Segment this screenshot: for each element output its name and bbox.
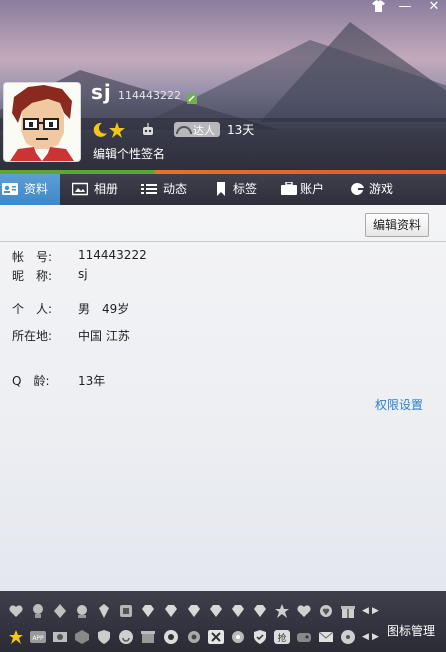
moon-icon[interactable] — [91, 121, 109, 139]
shield-icon[interactable] — [96, 629, 112, 645]
gear-icon[interactable] — [186, 629, 202, 645]
shirt-icon — [371, 0, 385, 12]
record-icon[interactable] — [163, 629, 179, 645]
shield-check-icon[interactable] — [252, 629, 268, 645]
text-badge-icon[interactable]: 抢 — [274, 629, 290, 645]
icon-bar: ◀ ▶ APP 抢 ◀ ▶ 图标管理 — [0, 591, 446, 652]
star-icon[interactable] — [108, 121, 126, 139]
tab-profile[interactable]: 资料 — [0, 174, 60, 205]
photo-icon[interactable] — [52, 629, 68, 645]
tab-album-label: 相册 — [94, 182, 119, 196]
avatar-portrait-icon — [4, 83, 80, 161]
text-badge-label: 抢 — [277, 632, 286, 644]
diamond-icon[interactable] — [252, 603, 268, 619]
tab-bar: 资料 相册 动态 标签 账户 游戏 — [0, 174, 446, 205]
q-age-label: Q 龄: — [12, 374, 50, 388]
music-icon[interactable] — [118, 629, 134, 645]
account-value: 114443222 — [78, 248, 147, 262]
game-icon — [351, 182, 364, 195]
divider — [0, 241, 446, 242]
gem-icon[interactable] — [230, 629, 246, 645]
minimize-icon: — — [398, 0, 412, 14]
nickname[interactable]: sj — [91, 80, 112, 104]
diamond-icon[interactable] — [186, 603, 202, 619]
minimize-button[interactable]: — — [394, 0, 416, 14]
wallet-icon — [281, 182, 297, 195]
gem-icon[interactable] — [96, 603, 112, 619]
profile-header: — ✕ sj 114443222 达人 13天 编辑个性签名 — [0, 0, 446, 174]
tab-profile-label: 资料 — [24, 182, 49, 196]
q-age-value: 13年 — [78, 374, 106, 388]
nickname-value: sj — [78, 267, 88, 281]
bookmark-icon — [217, 182, 225, 196]
heart-badge-icon[interactable] — [296, 603, 312, 619]
profile-window: { "window": { "skin_icon": "shirt-icon",… — [0, 0, 446, 652]
pet-icon[interactable] — [118, 603, 134, 619]
close-icon: ✕ — [428, 0, 440, 14]
daren-label: 达人 — [193, 124, 215, 137]
tab-account-label: 账户 — [300, 182, 325, 196]
profile-content: 编辑资料 帐 号: 114443222 昵 称: sj 个 人: 男 49岁 所… — [0, 205, 446, 591]
tab-feed-label: 动态 — [163, 182, 188, 196]
edit-profile-button[interactable]: 编辑资料 — [365, 213, 429, 237]
id-card-icon — [2, 183, 18, 195]
heart-badge-icon[interactable] — [318, 603, 334, 619]
nickname-label: 昵 称: — [12, 269, 53, 283]
star-icon[interactable] — [8, 629, 24, 645]
avatar[interactable] — [3, 82, 81, 162]
location-value: 中国 江苏 — [78, 329, 130, 343]
icon-row-2: APP 抢 ◀ ▶ — [0, 629, 446, 651]
award-icon[interactable] — [74, 603, 90, 619]
flower-icon[interactable] — [30, 603, 46, 619]
box-icon[interactable] — [140, 629, 156, 645]
bot-icon[interactable] — [139, 121, 157, 139]
diamond-icon[interactable] — [208, 603, 224, 619]
icon-row-1: ◀ ▶ — [0, 603, 446, 625]
pin-icon[interactable] — [52, 603, 68, 619]
active-days: 13天 — [227, 123, 255, 137]
tab-tags[interactable]: 标签 — [211, 174, 273, 205]
tab-tags-label: 标签 — [233, 182, 258, 196]
diamond-icon[interactable] — [230, 603, 246, 619]
icon-manager-button[interactable]: 图标管理 — [387, 622, 435, 639]
account-label: 帐 号: — [12, 250, 53, 264]
qq-number: 114443222 — [118, 89, 181, 102]
tab-account[interactable]: 账户 — [279, 174, 341, 205]
game-icon[interactable] — [296, 629, 312, 645]
location-label: 所在地: — [12, 329, 53, 343]
signature-edit[interactable]: 编辑个性签名 — [93, 145, 165, 162]
gift-icon[interactable] — [340, 603, 356, 619]
diamond-icon[interactable] — [163, 603, 179, 619]
disc-icon[interactable] — [340, 629, 356, 645]
icon-row-2-next[interactable]: ▶ — [372, 632, 379, 642]
tab-games[interactable]: 游戏 — [347, 174, 409, 205]
heart-icon[interactable] — [8, 603, 24, 619]
app-icon[interactable]: APP — [30, 629, 46, 645]
diamond-icon[interactable] — [140, 603, 156, 619]
photo-icon — [72, 182, 88, 196]
mail-icon[interactable] — [318, 629, 334, 645]
tab-album[interactable]: 相册 — [70, 174, 132, 205]
app-icon-text: APP — [32, 635, 44, 642]
icon-row-2-prev[interactable]: ◀ — [362, 632, 369, 642]
personal-label: 个 人: — [12, 302, 53, 316]
personal-value: 男 49岁 — [78, 302, 130, 316]
feed-icon — [141, 184, 157, 194]
star-icon[interactable] — [274, 603, 290, 619]
tab-feed[interactable]: 动态 — [139, 174, 201, 205]
skin-button[interactable] — [367, 0, 389, 14]
edit-nickname-icon[interactable] — [187, 94, 197, 104]
tab-games-label: 游戏 — [369, 182, 394, 196]
cube-icon[interactable] — [74, 629, 90, 645]
flower-icon[interactable] — [208, 629, 224, 645]
permission-settings-link[interactable]: 权限设置 — [375, 396, 423, 413]
icon-row-next[interactable]: ▶ — [372, 606, 379, 616]
icon-row-prev[interactable]: ◀ — [362, 606, 369, 616]
close-button[interactable]: ✕ — [423, 0, 445, 14]
